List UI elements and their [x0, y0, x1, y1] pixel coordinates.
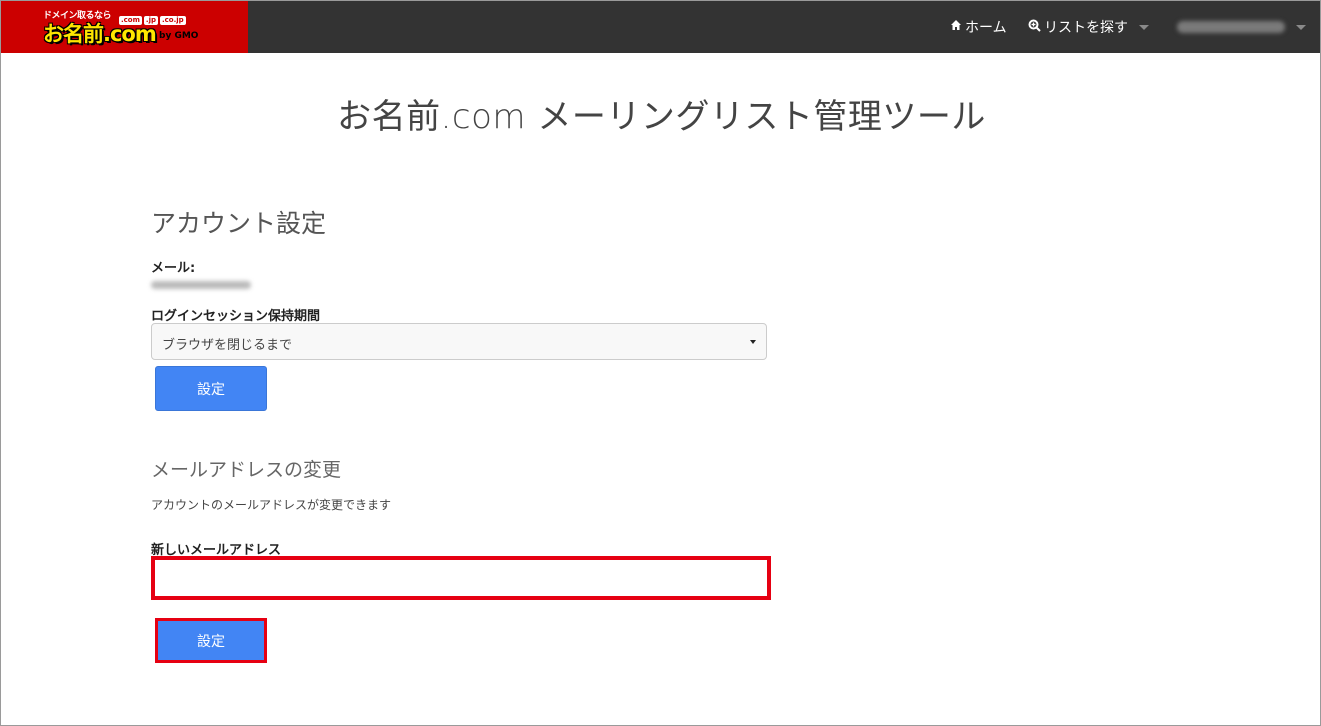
email-label: メール:: [151, 261, 196, 276]
search-icon: [1028, 19, 1044, 36]
logo-tld: .co.jp: [160, 16, 186, 25]
logo-by-gmo: by GMO: [159, 31, 199, 41]
session-period-label: ログインセッション保持期間: [151, 309, 321, 324]
page-title: お名前.com メーリングリスト管理ツール: [337, 97, 986, 137]
top-navbar: ドメイン取るなら お名前.com .com .jp .co.jp by GMO …: [1, 1, 1320, 53]
nav-home-link[interactable]: ホーム: [950, 1, 1007, 53]
nav-search-list-dropdown[interactable]: リストを探す: [1028, 1, 1149, 53]
email-change-description: アカウントのメールアドレスが変更できます: [151, 498, 392, 512]
current-email-redacted: [151, 281, 251, 289]
chevron-down-icon: [1296, 24, 1306, 30]
account-save-button[interactable]: 設定: [155, 366, 267, 411]
chevron-down-icon: [1139, 24, 1149, 30]
logo-tlds: .com .jp .co.jp: [119, 16, 186, 25]
logo-tld: .com: [119, 16, 142, 25]
new-email-input[interactable]: [151, 556, 771, 600]
session-period-value: ブラウザを閉じるまで: [162, 338, 293, 353]
nav-user-menu[interactable]: [1177, 1, 1306, 53]
session-period-select[interactable]: ブラウザを閉じるまで: [151, 323, 767, 360]
email-change-heading: メールアドレスの変更: [151, 459, 342, 481]
nav-home-label: ホーム: [965, 20, 1007, 36]
select-arrow-icon: [750, 340, 756, 344]
account-settings-heading: アカウント設定: [151, 209, 327, 238]
nav-search-list-label: リストを探す: [1044, 20, 1128, 36]
home-icon: [950, 19, 965, 35]
email-change-save-button[interactable]: 設定: [155, 618, 267, 663]
user-email-redacted: [1177, 21, 1285, 33]
onamae-logo[interactable]: ドメイン取るなら お名前.com .com .jp .co.jp by GMO: [1, 1, 248, 53]
logo-tld: .jp: [143, 16, 158, 25]
